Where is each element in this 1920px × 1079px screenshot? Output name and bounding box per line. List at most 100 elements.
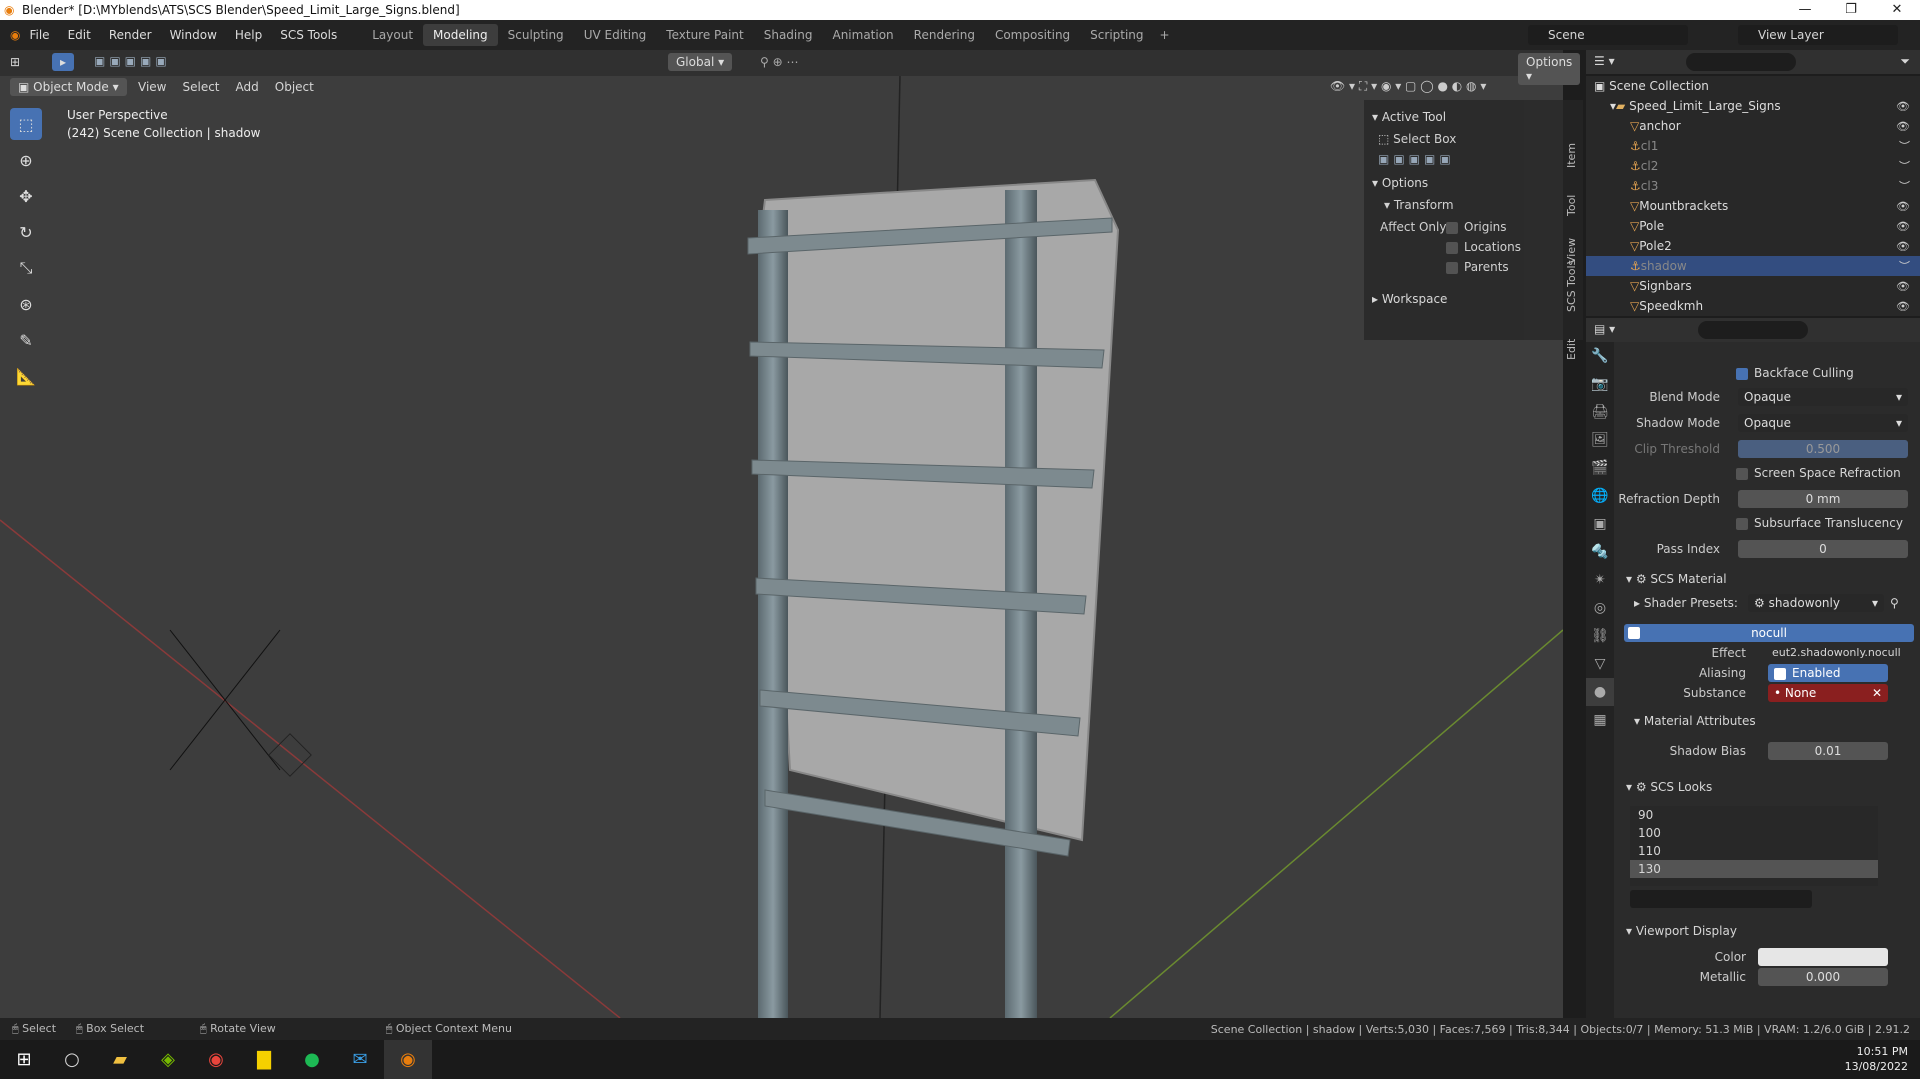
sidebar-tab-scs-tools[interactable]: SCS Tools [1565,260,1578,312]
visibility-eye-icon[interactable]: 👁 [1896,200,1910,213]
transform-tool-icon[interactable]: ⊛ [10,288,42,320]
texture-tab-icon[interactable]: ▦ [1586,706,1614,734]
physics-tab-icon[interactable]: ◎ [1586,594,1614,622]
search-circle-icon[interactable]: ○ [48,1040,96,1079]
visibility-eye-icon[interactable]: ︶ [1899,138,1910,154]
select-mode-buttons[interactable]: ▣▣▣▣▣ [1364,148,1564,170]
outliner-item-cl3[interactable]: ⚓ cl3 ︶ [1586,176,1920,196]
substance-field[interactable]: • None ✕ [1768,684,1888,702]
clip-threshold-field[interactable]: 0.500 [1738,440,1908,458]
move-tool-icon[interactable]: ✥ [10,180,42,212]
data-tab-icon[interactable]: ▽ [1586,650,1614,678]
constraints-tab-icon[interactable]: ⛓ [1586,622,1614,650]
visibility-eye-icon[interactable]: 👁 [1896,100,1910,113]
select-tool-icon[interactable]: ▸ [52,53,75,71]
sidebar-tab-edit[interactable]: Edit [1565,339,1578,360]
workspace-tab-rendering[interactable]: Rendering [904,24,985,46]
blender-menu-icon[interactable]: ◉ [10,28,20,42]
workspace-header[interactable]: ▸ Workspace [1364,286,1564,312]
material-tab-icon[interactable]: ● [1586,678,1614,706]
visibility-eye-icon[interactable]: 👁 [1896,300,1910,313]
visibility-eye-icon[interactable]: ︶ [1899,158,1910,174]
menu-help[interactable]: Help [235,28,262,42]
mode-dropdown[interactable]: ▣ Object Mode ▾ [10,78,127,96]
nocull-toggle[interactable]: nocull [1624,624,1914,642]
render-tab-icon[interactable]: 📷 [1586,370,1614,398]
visibility-eye-icon[interactable]: 👁 [1896,240,1910,253]
look-item[interactable]: 110 [1630,842,1878,860]
output-tab-icon[interactable]: 🖨 [1586,398,1614,426]
scene-tab-icon[interactable]: 🎬 [1586,454,1614,482]
refraction-depth-field[interactable]: 0 mm [1738,490,1908,508]
blend-mode-dropdown[interactable]: Opaque ▾ [1738,388,1908,406]
backface-culling-checkbox[interactable]: Backface Culling [1736,366,1854,380]
chrome-icon[interactable]: ◉ [192,1040,240,1079]
viewport-menu-object[interactable]: Object [275,80,314,94]
filter-icon[interactable]: ⏷ [1900,54,1910,69]
workspace-tab-texture-paint[interactable]: Texture Paint [656,24,753,46]
annotate-tool-icon[interactable]: ✎ [10,324,42,356]
visibility-eye-icon[interactable]: 👁 [1896,120,1910,133]
visibility-eye-icon[interactable]: 👁 [1896,220,1910,233]
3d-viewport[interactable] [0,50,1563,1018]
locations-checkbox[interactable]: Locations [1446,240,1521,254]
maximize-button[interactable]: ❐ [1828,0,1874,20]
outliner-item-cl2[interactable]: ⚓ cl2 ︶ [1586,156,1920,176]
menu-file[interactable]: File [29,28,49,42]
workspace-tab-modeling[interactable]: Modeling [423,24,498,46]
menu-edit[interactable]: Edit [68,28,91,42]
particles-tab-icon[interactable]: ✴ [1586,566,1614,594]
nvidia-icon[interactable]: ◈ [144,1040,192,1079]
workspace-tab-layout[interactable]: Layout [362,24,423,46]
menu-render[interactable]: Render [109,28,152,42]
spotify-icon[interactable]: ● [288,1040,336,1079]
pass-index-field[interactable]: 0 [1738,540,1908,558]
properties-search-field[interactable] [1698,321,1808,339]
editor-type-icon[interactable]: ⊞ [10,55,20,69]
scs-looks-header[interactable]: ▾ ⚙ SCS Looks [1626,780,1712,794]
menu-window[interactable]: Window [170,28,217,42]
options-header[interactable]: ▾ Options [1364,170,1564,196]
search-icon[interactable]: ⚲ [1890,596,1899,610]
clear-icon[interactable]: ✕ [1872,684,1882,702]
outliner-item-speedkmh[interactable]: ▽ Speedkmh 👁 [1586,296,1920,316]
workspace-tab-shading[interactable]: Shading [754,24,823,46]
tool-tab-icon[interactable]: 🔧 [1586,342,1614,370]
sticky-notes-icon[interactable]: ▇ [240,1040,288,1079]
properties-editor-icon[interactable]: ▤ ▾ [1594,322,1615,336]
outliner-item-pole2[interactable]: ▽ Pole2 👁 [1586,236,1920,256]
aliasing-toggle[interactable]: Enabled [1768,664,1888,682]
view-layer-selector[interactable]: View Layer [1738,25,1898,45]
shader-presets-dropdown[interactable]: ⚙ shadowonly ▾ [1748,594,1884,612]
workspace-tab-scripting[interactable]: Scripting [1080,24,1153,46]
menu-scs-tools[interactable]: SCS Tools [280,28,337,42]
view-layer-tab-icon[interactable]: 🖼 [1586,426,1614,454]
outliner-item-anchor[interactable]: ▽ anchor 👁 [1586,116,1920,136]
subsurface-translucency-checkbox[interactable]: Subsurface Translucency [1736,516,1903,530]
outliner-item-pole[interactable]: ▽ Pole 👁 [1586,216,1920,236]
shadow-bias-field[interactable]: 0.01 [1768,742,1888,760]
visibility-eye-icon[interactable]: ︶ [1899,178,1910,194]
color-swatch[interactable] [1758,948,1888,966]
parents-checkbox[interactable]: Parents [1446,260,1509,274]
shadow-mode-dropdown[interactable]: Opaque ▾ [1738,414,1908,432]
blender-taskbar-icon[interactable]: ◉ [384,1040,432,1079]
look-item[interactable]: 90 [1630,806,1878,824]
screen-space-refraction-checkbox[interactable]: Screen Space Refraction [1736,466,1901,480]
viewport-menu-select[interactable]: Select [182,80,219,94]
transform-subheader[interactable]: ▾ Transform [1364,196,1564,214]
outliner-item-signbars[interactable]: ▽ Signbars 👁 [1586,276,1920,296]
object-tab-icon[interactable]: ▣ [1586,510,1614,538]
measure-tool-icon[interactable]: 📐 [10,360,42,392]
scale-tool-icon[interactable]: ⤡ [10,252,42,284]
sidebar-tab-tool[interactable]: Tool [1565,195,1578,216]
sidebar-tab-item[interactable]: Item [1565,143,1578,168]
select-box-tool-icon[interactable]: ⬚ [10,108,42,140]
windows-start-icon[interactable]: ⊞ [0,1040,48,1079]
workspace-tab-animation[interactable]: Animation [822,24,903,46]
viewport-menu-view[interactable]: View [138,80,166,94]
outliner-item-shadow[interactable]: ⚓ shadow ︶ [1586,256,1920,276]
outliner-item-mountbrackets[interactable]: ▽ Mountbrackets 👁 [1586,196,1920,216]
mail-icon[interactable]: ✉ [336,1040,384,1079]
cursor-tool-icon[interactable]: ⊕ [10,144,42,176]
